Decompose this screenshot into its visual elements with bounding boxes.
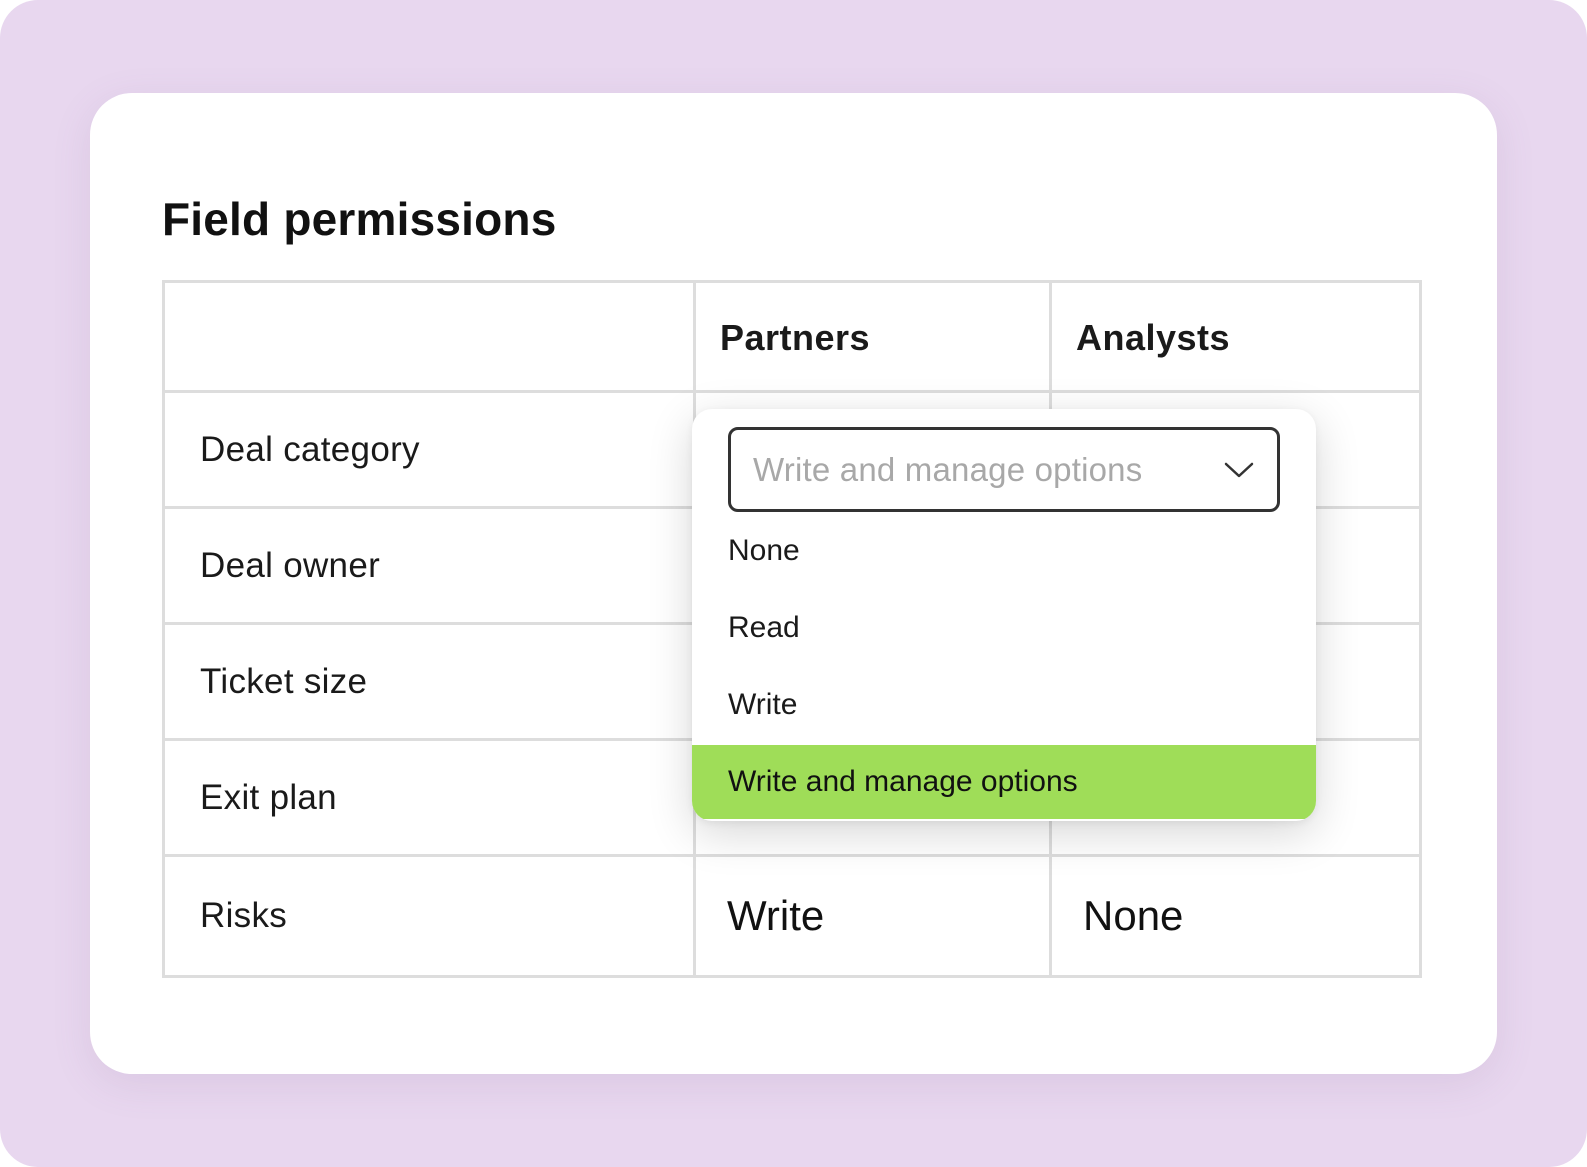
chevron-down-icon[interactable]: [1223, 456, 1255, 482]
page-title: Field permissions: [162, 193, 557, 245]
table-row: Risks Write None: [165, 857, 1419, 975]
field-label: Risks: [200, 896, 288, 935]
column-header-partners: Partners: [720, 317, 871, 358]
dropdown-option-write[interactable]: Write: [692, 668, 1316, 742]
dropdown-option-write-and-manage[interactable]: Write and manage options: [692, 745, 1316, 819]
field-label: Deal category: [200, 429, 420, 469]
dropdown-option-none[interactable]: None: [692, 514, 1316, 588]
field-label: Ticket size: [200, 661, 368, 701]
permission-select[interactable]: Write and manage options: [728, 427, 1280, 512]
column-header-analysts: Analysts: [1076, 317, 1231, 358]
permissions-card: Field permissions Partners Analysts Deal…: [90, 93, 1497, 1074]
select-placeholder: Write and manage options: [753, 450, 1143, 488]
analysts-permission-value[interactable]: None: [1083, 857, 1183, 975]
partners-permission-value[interactable]: Write: [727, 857, 824, 975]
table-header-row: Partners Analysts: [165, 283, 1419, 393]
field-label: Exit plan: [200, 777, 337, 817]
field-label: Deal owner: [200, 545, 381, 585]
permission-dropdown: Write and manage options None Read Write…: [692, 409, 1316, 821]
dropdown-option-read[interactable]: Read: [692, 591, 1316, 665]
